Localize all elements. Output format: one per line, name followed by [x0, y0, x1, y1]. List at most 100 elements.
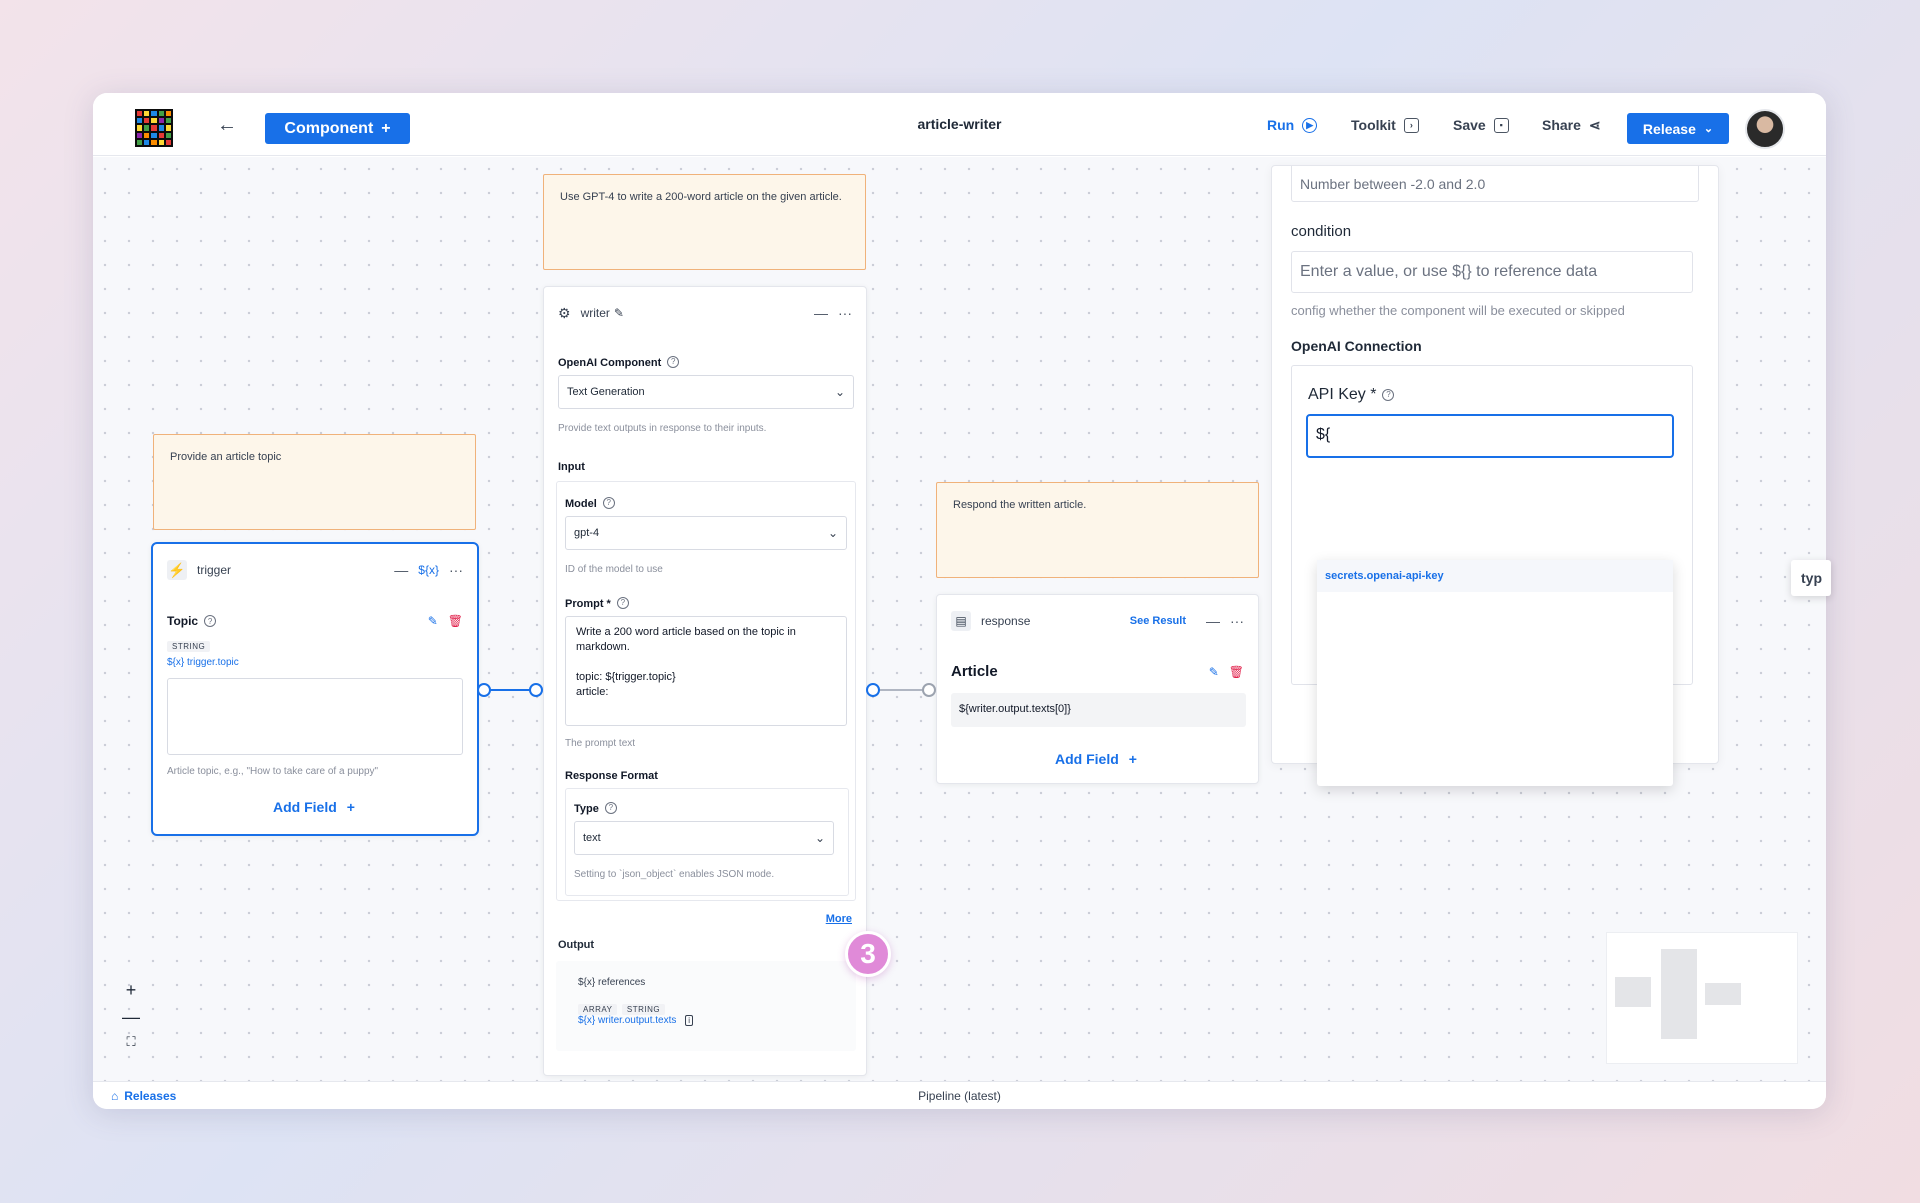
- writer-output-port[interactable]: [866, 683, 880, 697]
- edit-icon[interactable]: ✎: [428, 614, 438, 628]
- zoom-in-icon[interactable]: +: [119, 980, 143, 1007]
- input-heading: Input: [558, 459, 585, 473]
- add-field-label: Add Field: [1055, 751, 1119, 767]
- delete-icon[interactable]: 🗑: [448, 614, 463, 628]
- topic-field: Topic ? ✎ 🗑 STRING ${x} trigger.topic: [167, 614, 463, 668]
- share-button[interactable]: Share ⋖: [1542, 113, 1601, 137]
- topic-input[interactable]: [167, 678, 463, 755]
- release-label: Release: [1642, 120, 1696, 137]
- article-label: Article: [951, 663, 998, 680]
- top-bar: ← Component + article-writer Run ▶ Toolk…: [93, 93, 1826, 156]
- help-icon[interactable]: ?: [667, 355, 680, 368]
- minimap-node: [1615, 977, 1651, 1007]
- response-input-port[interactable]: [922, 683, 936, 697]
- help-icon[interactable]: ?: [204, 615, 217, 627]
- add-component-button[interactable]: Component +: [265, 113, 410, 144]
- share-icon: ⋖: [1588, 116, 1601, 133]
- release-button[interactable]: Release ⌄: [1627, 113, 1729, 144]
- api-key-input[interactable]: ${: [1306, 414, 1674, 458]
- component-select[interactable]: Text Generation ⌄: [558, 375, 854, 409]
- openai-connection-label: OpenAI Connection: [1291, 338, 1422, 354]
- more-link[interactable]: More: [826, 913, 852, 925]
- minimize-icon[interactable]: —: [1206, 613, 1220, 629]
- minimize-icon[interactable]: —: [394, 562, 408, 578]
- help-icon[interactable]: ?: [1382, 388, 1395, 401]
- output-ref[interactable]: ${x} writer.output.texts i: [578, 1015, 693, 1026]
- minimize-icon[interactable]: —: [814, 305, 828, 321]
- model-label: Model: [565, 498, 597, 510]
- component-hint: Provide text outputs in response to thei…: [558, 423, 767, 434]
- type-tag: STRING: [167, 641, 211, 652]
- model-select[interactable]: gpt-4 ⌄: [565, 516, 847, 550]
- topic-note[interactable]: Provide an article topic: [153, 434, 476, 530]
- prompt-hint: The prompt text: [565, 738, 636, 749]
- fit-view-icon[interactable]: ⛶: [119, 1034, 143, 1061]
- number-input[interactable]: Number between -2.0 and 2.0: [1291, 166, 1699, 202]
- minimap[interactable]: [1606, 932, 1798, 1064]
- trigger-header: ⚡ trigger — ${x} ···: [167, 560, 463, 580]
- dropdown-item-secret[interactable]: secrets.openai-api-key: [1325, 570, 1444, 582]
- plus-icon: +: [381, 119, 391, 137]
- topic-ref-text: trigger.topic: [187, 657, 239, 668]
- lightning-icon: ⚡: [167, 560, 187, 580]
- type-select[interactable]: text ⌄: [574, 821, 834, 855]
- response-name: response: [981, 614, 1031, 628]
- number-placeholder: Number between -2.0 and 2.0: [1300, 176, 1486, 192]
- app-logo[interactable]: [135, 109, 173, 147]
- edit-icon[interactable]: ✎: [1209, 665, 1219, 679]
- response-format-text: Response Format: [565, 770, 658, 782]
- delete-icon[interactable]: 🗑: [1229, 665, 1244, 679]
- save-label: Save: [1453, 117, 1486, 133]
- see-result-link[interactable]: See Result: [1130, 615, 1186, 627]
- openai-icon: ⚙: [558, 304, 571, 321]
- prompt-label: Prompt *: [565, 598, 611, 610]
- model-hint: ID of the model to use: [565, 564, 663, 575]
- writer-input-port[interactable]: [529, 683, 543, 697]
- run-label: Run: [1267, 117, 1295, 133]
- output-ref-text: writer.output.texts: [598, 1015, 677, 1026]
- condition-placeholder: Enter a value, or use ${} to reference d…: [1300, 263, 1598, 280]
- chevron-down-icon: ⌄: [1703, 123, 1714, 135]
- response-note[interactable]: Respond the written article.: [936, 482, 1259, 578]
- openai-component-label: OpenAI Component: [558, 357, 662, 369]
- topic-label: Topic: [167, 614, 199, 628]
- info-icon[interactable]: i: [685, 1015, 693, 1026]
- help-icon[interactable]: ?: [602, 496, 615, 509]
- writer-node[interactable]: ⚙ writer ✎ — ··· OpenAI Component? Text …: [543, 286, 867, 1076]
- trigger-node[interactable]: ⚡ trigger — ${x} ··· Topic ? ✎ 🗑 STRING …: [151, 542, 479, 836]
- more-icon[interactable]: ···: [838, 305, 852, 321]
- writer-name: writer: [580, 306, 610, 320]
- trigger-add-field-button[interactable]: Add Field +: [273, 799, 355, 815]
- variable-button[interactable]: ${x}: [418, 563, 439, 577]
- prompt-input[interactable]: Write a 200 word article based on the to…: [565, 616, 847, 726]
- type-value: text: [583, 832, 601, 844]
- chevron-down-icon: ⌄: [814, 831, 825, 845]
- topic-ref[interactable]: ${x} trigger.topic: [167, 657, 463, 668]
- api-key-label: API Key *: [1308, 386, 1377, 403]
- edge-trigger-writer: [484, 689, 534, 691]
- minimap-node: [1705, 983, 1741, 1005]
- output-label: Output: [558, 939, 595, 951]
- terminal-icon: ›: [1403, 117, 1419, 133]
- string-tag: STRING: [621, 1004, 666, 1015]
- model-label-row: Model?: [565, 494, 615, 512]
- back-arrow-icon[interactable]: ←: [215, 113, 239, 137]
- writer-note[interactable]: Use GPT-4 to write a 200-word article on…: [543, 174, 866, 270]
- response-add-field-button[interactable]: Add Field +: [1055, 751, 1137, 767]
- save-button[interactable]: Save ▪: [1453, 113, 1509, 137]
- zoom-out-icon[interactable]: —: [119, 1007, 143, 1034]
- trigger-output-port[interactable]: [477, 683, 491, 697]
- pencil-icon[interactable]: ✎: [614, 306, 624, 320]
- help-icon[interactable]: ?: [604, 801, 617, 814]
- component-label-row: OpenAI Component?: [558, 353, 680, 371]
- run-button[interactable]: Run ▶: [1267, 113, 1318, 137]
- more-icon[interactable]: ···: [449, 562, 463, 578]
- response-node[interactable]: ▤ response See Result — ··· Article ✎ 🗑 …: [936, 594, 1259, 784]
- more-icon[interactable]: ···: [1230, 613, 1244, 629]
- help-icon[interactable]: ?: [616, 596, 629, 609]
- condition-hint: config whether the component will be exe…: [1291, 303, 1625, 318]
- user-avatar[interactable]: [1745, 109, 1785, 149]
- article-value[interactable]: ${writer.output.texts[0]}: [951, 693, 1246, 727]
- condition-input[interactable]: Enter a value, or use ${} to reference d…: [1291, 251, 1693, 293]
- toolkit-button[interactable]: Toolkit ›: [1351, 113, 1419, 137]
